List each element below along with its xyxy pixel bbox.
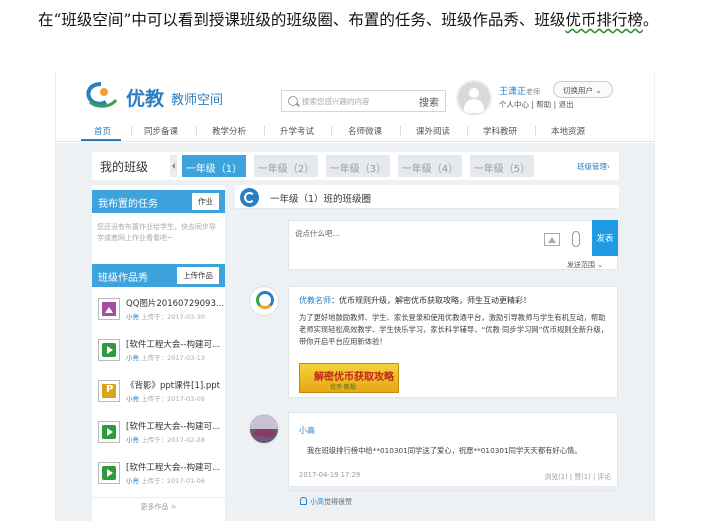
work-date: 上传于：2017-03-30 <box>139 313 205 321</box>
banner-subtitle: 优币·新规 <box>330 384 356 391</box>
work-title[interactable]: [软件工程大会--构建可... <box>126 338 220 350</box>
work-meta: 小亮 上传于：2017-03-30 <box>126 311 205 321</box>
work-meta: 小亮 上传于：2017-01-06 <box>126 475 205 485</box>
publish-button[interactable]: 发表 <box>592 220 618 256</box>
work-title[interactable]: [软件工程大会--构建可... <box>126 420 220 432</box>
likes-text: 觉得很赞 <box>324 498 352 506</box>
list-item[interactable]: [软件工程大会--构建可... 小亮 上传于：2017-02-28 <box>92 416 225 456</box>
work-uploader[interactable]: 小亮 <box>126 313 139 321</box>
likes-line: 小高觉得很赞 <box>300 497 352 507</box>
ppt-file-icon <box>98 380 120 402</box>
image-file-icon <box>98 298 120 320</box>
work-uploader[interactable]: 小亮 <box>126 395 139 403</box>
work-meta: 小亮 上传于：2017-03-09 <box>126 393 205 403</box>
feed-actions[interactable]: 浏览(1) | 赞(1) | 评论 <box>545 471 611 481</box>
work-title[interactable]: 《背影》ppt课件[1].ppt <box>126 379 220 391</box>
paragraph-end: 。 <box>642 11 659 29</box>
feed-footer: 2017-04-19 17:29 浏览(1) | 赞(1) | 评论 <box>299 471 611 481</box>
send-scope-dropdown[interactable]: 发送范围 ⌄ <box>567 260 603 270</box>
banner-title: 解密优币获取攻略 <box>314 372 394 383</box>
class-manage-link[interactable]: 班级管理› <box>577 161 610 172</box>
work-meta: 小亮 上传于：2017-02-28 <box>126 434 205 444</box>
list-item[interactable]: [软件工程大会--构建可... 小亮 上传于：2017-01-06 <box>92 457 225 497</box>
class-tab-5[interactable]: 一年级（5） <box>470 155 534 177</box>
class-tab-2[interactable]: 一年级（2） <box>254 155 318 177</box>
content-layer: 我的班级 一年级（1） 一年级（2） 一年级（3） 一年级（4） 一年级（5） … <box>55 72 655 521</box>
work-meta: 小亮 上传于：2017-03-13 <box>126 352 205 362</box>
feed-time: 2017-04-19 17:29 <box>299 471 361 479</box>
divider <box>288 490 618 491</box>
work-title[interactable]: [软件工程大会--构建可... <box>126 461 220 473</box>
class-tab-1[interactable]: 一年级（1） <box>182 155 246 177</box>
feed-headline: 优教名师：优币规则升级，解密优币获取攻略，师生互动更精彩！ <box>299 295 531 306</box>
work-uploader[interactable]: 小亮 <box>126 477 139 485</box>
work-date: 上传于：2017-03-13 <box>139 354 205 362</box>
paragraph-main-text: 在“班级空间”中可以看到授课班级的班级圈、布置的任务、班级作品秀、班级 <box>38 11 566 29</box>
liker-name[interactable]: 小高 <box>310 498 324 506</box>
feed-body: 为了更好地鼓励教师、学生、家长登录和使用优教通平台，激励引导教师与学生有机互动，… <box>299 313 609 346</box>
works-heading: 班级作品秀 <box>98 273 148 284</box>
list-item[interactable]: 《背影》ppt课件[1].ppt 小亮 上传于：2017-03-09 <box>92 375 225 415</box>
attachment-icon[interactable] <box>572 231 580 247</box>
feed-title: ：优币规则升级，解密优币获取攻略，师生互动更精彩！ <box>331 296 531 305</box>
my-class-title: 我的班级 <box>100 160 149 174</box>
homework-button[interactable]: 作业 <box>192 193 219 210</box>
avatar[interactable] <box>249 286 279 316</box>
list-item[interactable]: [软件工程大会--构建可... 小亮 上传于：2017-03-13 <box>92 334 225 374</box>
video-file-icon <box>98 462 120 484</box>
list-item[interactable]: QQ图片20160729093... 小亮 上传于：2017-03-30 <box>92 293 225 333</box>
feed-banner-image[interactable]: 解密优币获取攻略 优币·新规 <box>299 363 399 393</box>
video-file-icon <box>98 421 120 443</box>
chevron-left-icon[interactable] <box>170 155 177 177</box>
video-file-icon <box>98 339 120 361</box>
more-works-link[interactable]: 更多作品 > <box>92 497 225 513</box>
works-header: 班级作品秀 上传作品 <box>92 264 225 287</box>
feed-author[interactable]: 小高 <box>299 425 315 436</box>
class-tab-3[interactable]: 一年级（3） <box>326 155 390 177</box>
document-paragraph: 在“班级空间”中可以看到授课班级的班级圈、布置的任务、班级作品秀、班级优币排行榜… <box>8 6 704 34</box>
post-input[interactable]: 说点什么吧... <box>295 228 340 239</box>
image-icon[interactable] <box>544 233 560 246</box>
work-title[interactable]: QQ图片20160729093... <box>126 297 224 309</box>
feed-author[interactable]: 优教名师 <box>299 296 331 305</box>
tasks-empty-text: 您还没有布置作业给学生，快去同步导学或者网上作业看看吧~ <box>97 223 216 242</box>
paragraph-wavy-text: 优币排行榜 <box>565 11 643 29</box>
upload-work-button[interactable]: 上传作品 <box>177 267 219 284</box>
tasks-heading: 我布置的任务 <box>98 199 158 210</box>
work-uploader[interactable]: 小亮 <box>126 436 139 444</box>
work-uploader[interactable]: 小亮 <box>126 354 139 362</box>
class-circle-header: 一年级（1）班的班级圈 <box>235 185 619 209</box>
feed-post: 小高 我在班级排行榜中给**010301同学送了爱心，祝愿**010301同学天… <box>288 412 618 487</box>
class-circle-title: 一年级（1）班的班级圈 <box>270 194 372 205</box>
class-bar: 我的班级 一年级（1） 一年级（2） 一年级（3） 一年级（4） 一年级（5） … <box>92 152 619 180</box>
avatar[interactable] <box>249 414 279 444</box>
work-date: 上传于：2017-03-09 <box>139 395 205 403</box>
thumbs-up-icon <box>300 497 307 505</box>
tasks-header: 我布置的任务 作业 <box>92 190 225 213</box>
feed-body: 我在班级排行榜中给**010301同学送了爱心，祝愿**010301同学天天都有… <box>307 446 582 455</box>
class-circle-icon <box>240 188 259 207</box>
class-tab-4[interactable]: 一年级（4） <box>398 155 462 177</box>
work-date: 上传于：2017-01-06 <box>139 477 205 485</box>
work-date: 上传于：2017-02-28 <box>139 436 205 444</box>
feed-post: 优教名师：优币规则升级，解密优币获取攻略，师生互动更精彩！ 为了更好地鼓励教师、… <box>288 286 618 398</box>
